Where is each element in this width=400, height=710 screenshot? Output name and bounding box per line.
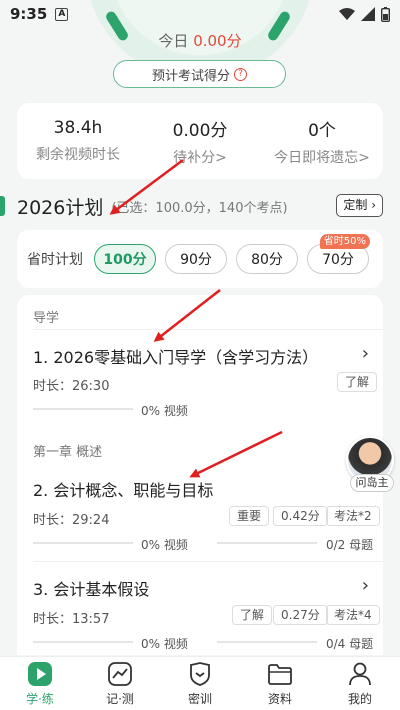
play-icon (28, 661, 52, 686)
chevron-right-icon[interactable]: › (362, 575, 369, 596)
chart-icon (108, 661, 132, 686)
stats-card: 38.4h 剩余视频时长 0.00分 待补分> 0个 今日即将遗忘> (17, 103, 383, 179)
nav-review[interactable]: 记·测 (80, 657, 160, 710)
plan-accent-bar (0, 196, 5, 216)
today-score-value: 0.00分 (193, 32, 242, 50)
lesson-2-tag-methods: 考法*2 (326, 506, 380, 526)
lesson-3-tag-score: 0.27分 (273, 605, 328, 625)
assistant-label[interactable]: 问岛主 (350, 474, 394, 492)
lesson-3-tag-understand: 了解 (232, 605, 273, 625)
shield-icon (190, 661, 210, 686)
plan-option-90[interactable]: 90分 (165, 244, 227, 274)
customize-button[interactable]: 定制 › (336, 194, 383, 217)
plan-option-80[interactable]: 80分 (236, 244, 298, 274)
course-list: 导学 1. 2026零基础入门导学（含学习方法） › 时长：26:30 了解 0… (17, 295, 383, 655)
help-icon[interactable]: ? (234, 67, 247, 81)
lesson-3-duration: 时长：13:57 (33, 612, 110, 627)
chevron-right-icon[interactable]: › (362, 343, 369, 364)
lesson-1-video-progress (33, 408, 133, 410)
lesson-3-question-progress (217, 641, 317, 643)
plan-subtitle: (已选：100.0分，140个考点) (111, 200, 288, 216)
lesson-2-title[interactable]: 2. 会计概念、职能与目标 (33, 477, 363, 501)
plan-title: 2026计划 (17, 196, 104, 219)
predict-score-button[interactable]: 预计考试得分 ? (113, 60, 286, 88)
lesson-1-duration: 时长：26:30 (33, 379, 110, 394)
user-icon (349, 662, 371, 685)
nav-training[interactable]: 密训 (160, 657, 240, 710)
save-time-badge: 省时50% (319, 234, 370, 249)
lesson-2-video-progress (33, 542, 133, 544)
lesson-2-tag-score: 0.42分 (273, 506, 328, 526)
lesson-1-tag: 了解 (337, 372, 378, 392)
stat-pending-score[interactable]: 0.00分 待补分> (139, 116, 261, 167)
nav-materials[interactable]: 资料 (240, 657, 320, 710)
section-intro: 导学 (33, 311, 60, 326)
plan-option-100[interactable]: 100分 (94, 244, 156, 274)
folder-icon (268, 663, 292, 685)
lesson-3-title[interactable]: 3. 会计基本假设 (33, 576, 363, 600)
today-score: 今日 0.00分 (158, 32, 242, 50)
plan-header: 2026计划 (已选：100.0分，140个考点) 定制 › (0, 192, 400, 220)
lesson-3-video-progress (33, 641, 133, 643)
lesson-2-duration: 时长：29:24 (33, 513, 110, 528)
nav-mine[interactable]: 我的 (320, 657, 400, 710)
stat-video-remaining: 38.4h 剩余视频时长 (36, 118, 120, 163)
lesson-1-title[interactable]: 1. 2026零基础入门导学（含学习方法） (33, 344, 363, 368)
bottom-nav: 学·练 记·测 密训 资料 我的 (0, 656, 400, 710)
lesson-2-question-progress (217, 542, 317, 544)
time-plan-label: 省时计划 (27, 252, 83, 268)
stat-forgetting[interactable]: 0个 今日即将遗忘> (261, 116, 383, 167)
section-chapter-1: 第一章 概述 (33, 445, 103, 460)
time-plan-card: 省时计划 100分 90分 80分 70分 省时50% (17, 230, 383, 288)
lesson-3-tag-methods: 考法*4 (326, 605, 380, 625)
lesson-2-tag-important: 重要 (229, 506, 270, 526)
nav-study[interactable]: 学·练 (0, 657, 80, 710)
plan-option-70[interactable]: 70分 省时50% (307, 234, 370, 274)
